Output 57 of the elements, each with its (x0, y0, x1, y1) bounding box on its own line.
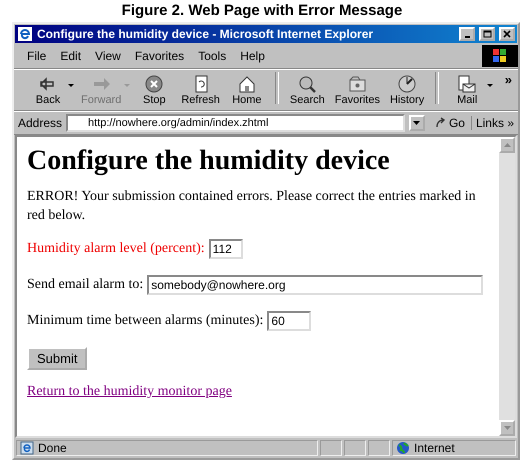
mail-button[interactable]: Mail (447, 72, 488, 108)
minimize-button[interactable] (459, 27, 475, 41)
menu-item[interactable]: File (20, 49, 54, 63)
window-title: Configure the humidity device - Microsoft Internet Explorer (37, 27, 374, 41)
status-text: Done (38, 441, 67, 455)
go-button[interactable]: Go (428, 116, 472, 130)
back-button[interactable]: Back (28, 72, 68, 108)
menu-item[interactable]: Favorites (128, 49, 192, 63)
mail-icon (457, 74, 478, 94)
favorites-button[interactable]: Favorites (332, 72, 383, 108)
zone-text: Internet (414, 441, 455, 455)
browser-icon (17, 26, 33, 42)
scrollbar[interactable] (499, 137, 515, 436)
menu-item[interactable]: View (88, 49, 128, 63)
status-pane (368, 440, 390, 456)
address-field[interactable]: http://nowhere.org/admin/index.zhtml (66, 114, 405, 132)
history-button[interactable]: History (386, 72, 428, 108)
up-arrow-icon (504, 143, 510, 147)
stop-icon (144, 74, 164, 94)
return-link[interactable]: Return to the humidity monitor page (27, 384, 232, 399)
field-label: Send email alarm to: (27, 277, 144, 293)
field-label: Humidity alarm level (percent): (27, 241, 205, 257)
input-field[interactable]: 112 (208, 239, 243, 259)
clock-icon (397, 74, 418, 94)
refresh-button[interactable]: Refresh (178, 72, 223, 108)
maximize-icon (482, 30, 492, 38)
page-heading: Configure the humidity device (27, 145, 391, 177)
more-chevron[interactable]: » (504, 72, 518, 87)
caret-icon (413, 121, 420, 125)
close-button[interactable] (499, 27, 515, 41)
error-message: ERROR! Your submission contained errors. Please correct the entries marked in red below. (27, 188, 477, 225)
page-icon (20, 441, 34, 455)
search-button[interactable]: Search (286, 72, 328, 108)
dropdown-button[interactable] (408, 115, 425, 131)
close-icon (502, 30, 512, 38)
input-field[interactable]: 60 (267, 311, 312, 331)
menu-item[interactable]: Help (233, 49, 272, 63)
submit-button[interactable]: Submit (27, 347, 88, 370)
links-button[interactable]: Links » (476, 116, 514, 130)
input-field[interactable]: somebody@nowhere.org (147, 275, 484, 295)
arrow-icon (434, 117, 447, 129)
maximize-button[interactable] (479, 27, 495, 41)
stop-button[interactable]: Stop (134, 72, 174, 108)
figure-caption: Figure 2. Web Page with Error Message (122, 2, 402, 19)
folder-icon (347, 74, 368, 94)
windows-logo-icon (482, 45, 518, 67)
status-pane (344, 440, 366, 456)
search-icon (297, 74, 318, 94)
home-icon (236, 74, 257, 94)
field-label: Minimum time between alarms (minutes): (27, 313, 264, 329)
home-button[interactable]: Home (226, 72, 267, 108)
down-arrow-icon (504, 426, 510, 430)
address-label: Address (18, 116, 62, 130)
menu-item[interactable]: Edit (53, 49, 88, 63)
status-pane (320, 440, 342, 456)
globe-icon (396, 441, 410, 455)
menu-item[interactable]: Tools (191, 49, 234, 63)
